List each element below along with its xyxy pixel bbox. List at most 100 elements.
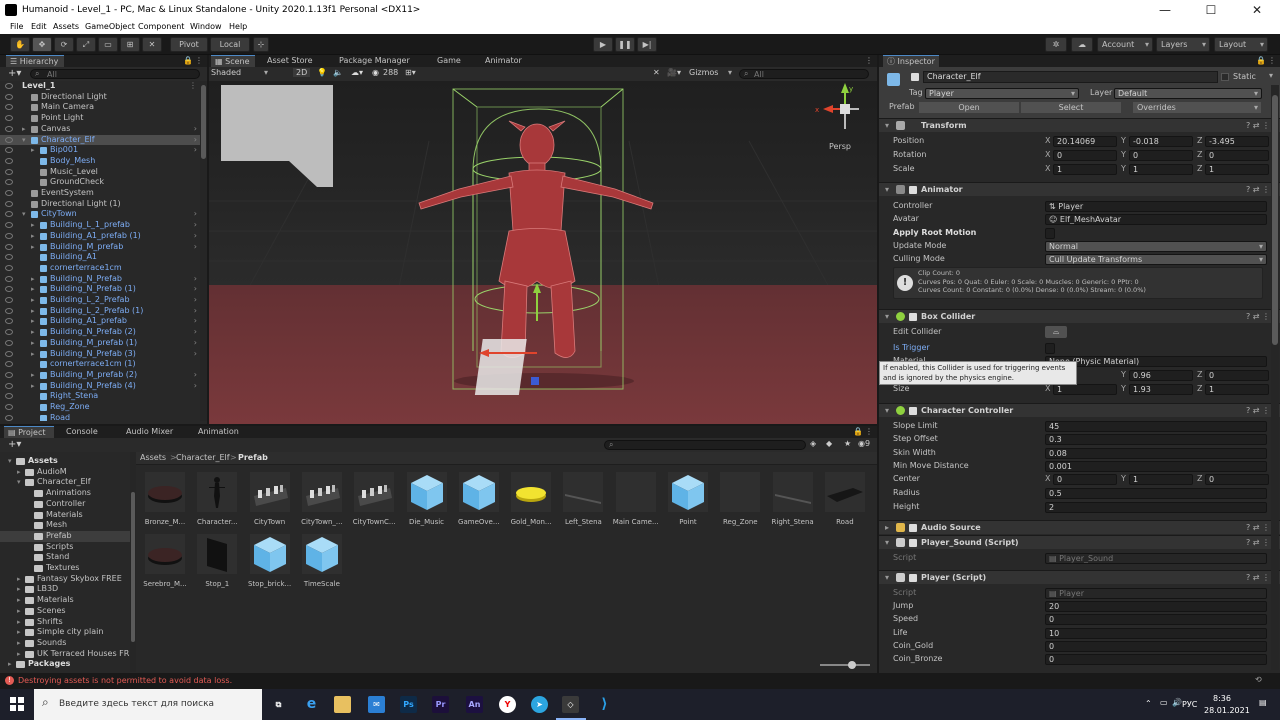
- hierarchy-search-input[interactable]: ⌕ All: [30, 69, 200, 79]
- cc-center-z-field[interactable]: 0: [1205, 474, 1269, 485]
- collider-center-y-field[interactable]: 0.96: [1129, 370, 1193, 381]
- asset-item[interactable]: Main Came...: [613, 472, 659, 526]
- asset-item[interactable]: TimeScale: [299, 534, 345, 588]
- account-dropdown[interactable]: Account: [1097, 37, 1153, 52]
- tab-audio-mixer[interactable]: Audio Mixer: [122, 426, 177, 438]
- hierarchy-item[interactable]: Road: [0, 413, 200, 421]
- project-folder-item[interactable]: Mesh: [0, 520, 130, 531]
- hierarchy-item[interactable]: Building_A1: [0, 252, 200, 263]
- hierarchy-item[interactable]: Reg_Zone: [0, 402, 200, 413]
- open-prefab-arrow-icon[interactable]: ›: [194, 316, 197, 326]
- toggle-2d-button[interactable]: 2D: [293, 68, 311, 77]
- project-folder-item[interactable]: ▸ Materials: [0, 595, 130, 606]
- expand-arrow-icon[interactable]: ▸: [8, 659, 12, 669]
- tab-package-manager[interactable]: Package Manager: [335, 55, 414, 67]
- clock-date[interactable]: 28.01.2021: [1204, 706, 1250, 715]
- active-checkbox[interactable]: [911, 73, 919, 81]
- favorite-icon[interactable]: ★: [844, 439, 851, 448]
- panel-menu-icon[interactable]: ⋮: [195, 56, 203, 65]
- static-dropdown-icon[interactable]: ▾: [1269, 71, 1273, 80]
- hierarchy-item[interactable]: cornerterrace1cm (1): [0, 359, 200, 370]
- visibility-eye-icon[interactable]: [5, 115, 13, 122]
- project-folder-item[interactable]: ▸ Sounds: [0, 638, 130, 649]
- add-icon[interactable]: +▾: [8, 68, 21, 79]
- player-field-value[interactable]: 0: [1045, 614, 1267, 626]
- hierarchy-item[interactable]: Main Camera: [0, 102, 200, 113]
- project-folder-item[interactable]: ▾ Character_Elf: [0, 477, 130, 488]
- scale-tool-icon[interactable]: ⤢: [76, 37, 96, 52]
- expand-arrow-icon[interactable]: ▸: [31, 338, 35, 348]
- project-folder-item[interactable]: Controller: [0, 499, 130, 510]
- prefab-select-button[interactable]: Select: [1021, 102, 1121, 113]
- asset-item[interactable]: Reg_Zone: [717, 472, 763, 526]
- visibility-eye-icon[interactable]: [5, 254, 13, 261]
- visibility-eye-icon[interactable]: [5, 329, 13, 336]
- pause-button[interactable]: ❚❚: [615, 37, 635, 52]
- panel-menu-icon[interactable]: ⋮: [865, 427, 873, 436]
- tab-game[interactable]: Game: [433, 55, 465, 67]
- scene-menu-icon[interactable]: ⋮: [189, 81, 197, 91]
- asset-item[interactable]: CityTown_...: [299, 472, 345, 526]
- hierarchy-item[interactable]: ▸ Building_N_Prefab (1) ›: [0, 284, 200, 295]
- visibility-eye-icon[interactable]: [5, 222, 13, 229]
- visibility-eye-icon[interactable]: [5, 414, 13, 421]
- cc-center-y-field[interactable]: 1: [1129, 474, 1193, 485]
- asset-item[interactable]: Right_Stena: [770, 472, 816, 526]
- hidden-packages-count[interactable]: ◉9: [858, 439, 870, 448]
- hierarchy-item[interactable]: Music_Level: [0, 167, 200, 178]
- panel-menu-icon[interactable]: ⋮: [865, 56, 873, 65]
- asset-item[interactable]: Bronze_M...: [142, 472, 188, 526]
- visibility-eye-icon[interactable]: [5, 307, 13, 314]
- lighting-icon[interactable]: 💡: [317, 68, 327, 77]
- visibility-eye-icon[interactable]: [5, 147, 13, 154]
- project-folder-item[interactable]: Scripts: [0, 542, 130, 553]
- visibility-eye-icon[interactable]: [5, 136, 13, 143]
- open-prefab-arrow-icon[interactable]: ›: [194, 145, 197, 155]
- file-explorer-icon[interactable]: [334, 696, 351, 713]
- step-button[interactable]: ▶|: [637, 37, 657, 52]
- cc-field-value[interactable]: 45: [1045, 421, 1267, 432]
- project-folder-item[interactable]: ▸ UK Terraced Houses FR: [0, 649, 130, 660]
- player-field-value[interactable]: 0: [1045, 654, 1267, 666]
- is-trigger-checkbox[interactable]: [1045, 343, 1055, 354]
- project-folder-item[interactable]: ▸ Simple city plain: [0, 627, 130, 638]
- visibility-eye-icon[interactable]: [5, 93, 13, 100]
- breadcrumb-assets[interactable]: Assets: [140, 452, 166, 464]
- asset-item[interactable]: Road: [822, 472, 868, 526]
- asset-item[interactable]: Die_Music: [404, 472, 450, 526]
- asset-item[interactable]: Point: [665, 472, 711, 526]
- menu-help[interactable]: Help: [229, 22, 247, 31]
- hierarchy-item[interactable]: Right_Stena: [0, 391, 200, 402]
- local-button[interactable]: Local: [210, 37, 250, 52]
- photoshop-icon[interactable]: Ps: [400, 696, 417, 713]
- expand-arrow-icon[interactable]: ▸: [17, 649, 21, 659]
- expand-arrow-icon[interactable]: ▸: [31, 231, 35, 241]
- open-prefab-arrow-icon[interactable]: ›: [194, 295, 197, 305]
- scene-viewport[interactable]: x y Persp: [209, 81, 877, 424]
- open-prefab-arrow-icon[interactable]: ›: [194, 242, 197, 252]
- position-y-field[interactable]: -0.018: [1129, 136, 1193, 147]
- hierarchy-item[interactable]: ▾ Character_Elf ›: [0, 134, 200, 146]
- component-options-icon[interactable]: ? ⇄ ⋮: [1246, 571, 1270, 584]
- visibility-eye-icon[interactable]: [5, 125, 13, 132]
- close-button[interactable]: ✕: [1234, 0, 1280, 20]
- expand-arrow-icon[interactable]: ▸: [31, 220, 35, 230]
- auto-generate-lighting-icon[interactable]: ⟲: [1255, 675, 1262, 684]
- lock-icon[interactable]: 🔒: [183, 56, 193, 65]
- object-name-field[interactable]: Character_Elf: [923, 71, 1218, 83]
- collider-size-y-field[interactable]: 1.93: [1129, 384, 1193, 395]
- player-sound-header[interactable]: ▾ Player_Sound (Script) ? ⇄ ⋮: [879, 535, 1280, 549]
- input-language[interactable]: РУС: [1182, 700, 1197, 709]
- gizmo-z-axis[interactable]: [531, 377, 539, 385]
- cc-field-value[interactable]: 0.001: [1045, 460, 1267, 472]
- play-button[interactable]: ▶: [593, 37, 613, 52]
- custom-tool-icon[interactable]: ✕: [142, 37, 162, 52]
- cc-field-value[interactable]: 0.08: [1045, 447, 1267, 459]
- tray-chevron-icon[interactable]: ⌃: [1145, 699, 1152, 708]
- asset-item[interactable]: Character...: [194, 472, 240, 526]
- inspector-scrollbar[interactable]: [1271, 85, 1279, 670]
- open-prefab-arrow-icon[interactable]: ›: [194, 274, 197, 284]
- menu-window[interactable]: Window: [190, 22, 222, 31]
- hierarchy-item[interactable]: ▸ Building_N_Prefab (2) ›: [0, 327, 200, 338]
- visibility-eye-icon[interactable]: [5, 361, 13, 368]
